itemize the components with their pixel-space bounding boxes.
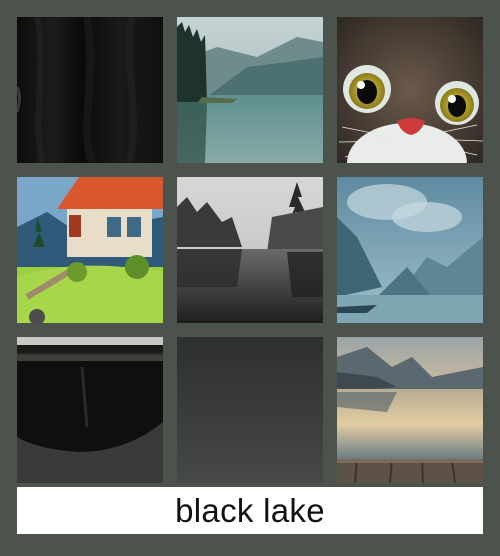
- image-tile-dark-gradient[interactable]: [177, 337, 323, 483]
- cat-face-image: [337, 17, 483, 163]
- image-tile-cat-face[interactable]: [337, 17, 483, 163]
- caption-bar: black lake: [17, 487, 483, 534]
- cottage-image: [17, 177, 163, 323]
- image-tile-mountain-lake[interactable]: [177, 17, 323, 163]
- blue-mountain-lake-image: [337, 177, 483, 323]
- image-tile-dark-bowl[interactable]: [17, 337, 163, 483]
- caption-text: black lake: [175, 491, 325, 529]
- dark-fabric-image: [17, 17, 163, 163]
- dark-gradient-image: [177, 337, 323, 483]
- sunset-lake-image: [337, 337, 483, 483]
- image-tile-sunset-lake[interactable]: [337, 337, 483, 483]
- image-tile-cottage[interactable]: [17, 177, 163, 323]
- image-tile-blue-mountain-lake[interactable]: [337, 177, 483, 323]
- image-tile-misty-forest-lake[interactable]: [177, 177, 323, 323]
- dark-bowl-image: [17, 337, 163, 483]
- misty-forest-lake-image: [177, 177, 323, 323]
- image-tile-dark-fabric[interactable]: [17, 17, 163, 163]
- mountain-lake-image: [177, 17, 323, 163]
